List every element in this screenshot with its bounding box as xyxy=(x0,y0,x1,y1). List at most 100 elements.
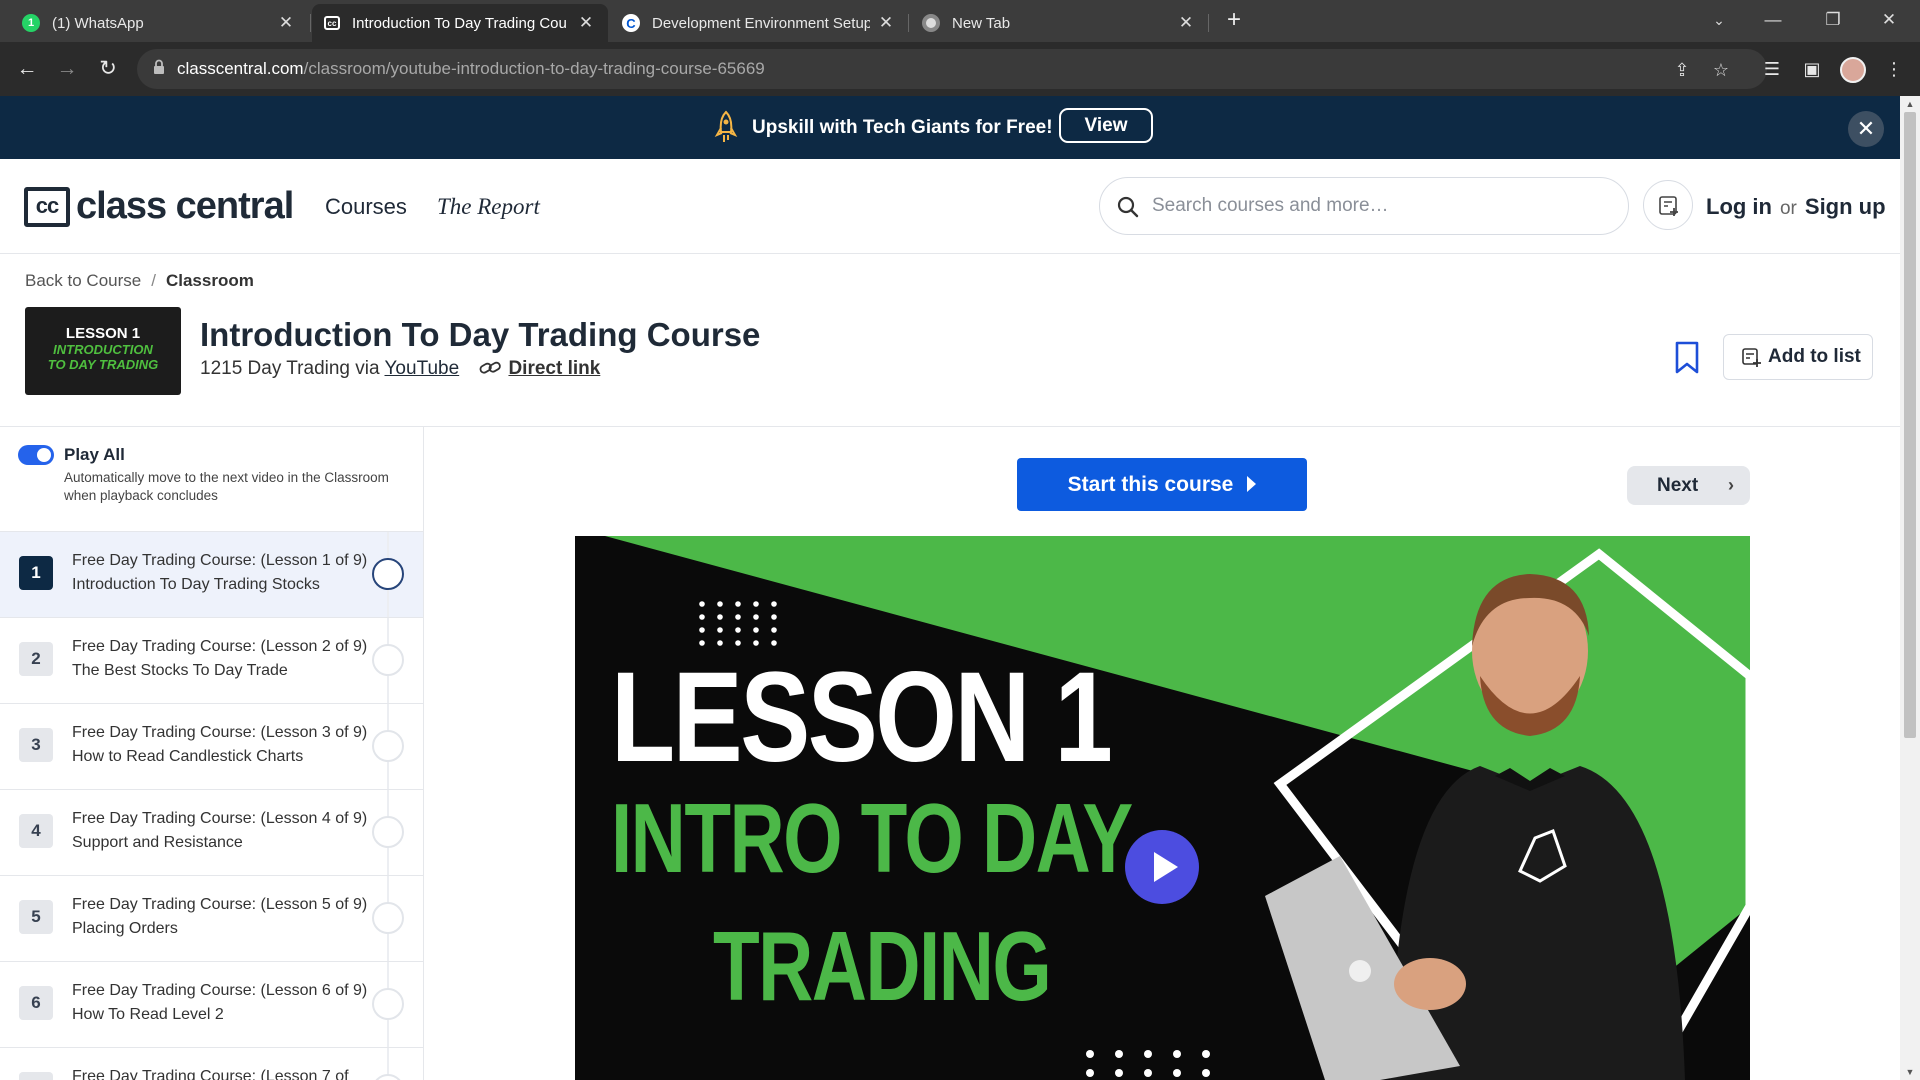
promo-text: Upskill with Tech Giants for Free! xyxy=(752,117,1053,138)
tab-coursera[interactable]: C Development Environment Setup ✕ xyxy=(610,4,908,42)
list-item[interactable]: 7 Free Day Trading Course: (Lesson 7 of xyxy=(0,1047,423,1080)
lesson-number: 7 xyxy=(19,1072,53,1080)
back-arrow-icon[interactable]: ← xyxy=(13,55,41,83)
login-link[interactable]: Log in xyxy=(1706,194,1772,219)
lesson-number: 6 xyxy=(19,986,53,1020)
tab-new-tab[interactable]: New Tab ✕ xyxy=(910,4,1208,42)
chevron-right-icon: › xyxy=(1728,475,1734,495)
breadcrumb-separator: / xyxy=(151,271,156,290)
completion-circle-icon[interactable] xyxy=(372,1074,404,1080)
signup-link[interactable]: Sign up xyxy=(1805,194,1886,219)
completion-circle-icon[interactable] xyxy=(372,644,404,676)
lesson-title: Free Day Trading Course: (Lesson 7 of xyxy=(72,1068,349,1080)
bookmark-icon[interactable] xyxy=(1674,341,1700,375)
tab-title: (1) WhatsApp xyxy=(52,14,144,32)
address-toolbar: ← → ↻ classcentral.com/classroom/youtube… xyxy=(0,42,1920,96)
promo-view-button[interactable]: View xyxy=(1059,108,1153,143)
list-item[interactable]: 4 Free Day Trading Course: (Lesson 4 of … xyxy=(0,789,423,876)
tab-search-chevron-icon[interactable]: ⌄ xyxy=(1696,0,1742,40)
logo[interactable]: cc class central xyxy=(24,185,294,228)
list-item[interactable]: 2 Free Day Trading Course: (Lesson 2 of … xyxy=(0,617,423,704)
close-icon[interactable]: ✕ xyxy=(576,13,596,33)
next-button[interactable]: Next › xyxy=(1627,466,1750,505)
completion-circle-icon[interactable] xyxy=(372,730,404,762)
tab-classcentral[interactable]: cc Introduction To Day Trading Cou ✕ xyxy=(312,4,608,42)
close-icon[interactable]: ✕ xyxy=(1848,111,1884,147)
my-lists-button[interactable] xyxy=(1643,180,1693,230)
address-bar[interactable]: classcentral.com/classroom/youtube-intro… xyxy=(137,49,1767,89)
window-close-icon[interactable]: ✕ xyxy=(1866,0,1912,40)
direct-link[interactable]: Direct link xyxy=(478,358,600,379)
close-icon[interactable]: ✕ xyxy=(276,13,296,33)
list-add-icon xyxy=(1659,196,1678,216)
lesson-number: 3 xyxy=(19,728,53,762)
tab-separator xyxy=(1208,14,1209,32)
list-item[interactable]: 5 Free Day Trading Course: (Lesson 5 of … xyxy=(0,875,423,962)
lesson-list: 1 Free Day Trading Course: (Lesson 1 of … xyxy=(0,531,423,1080)
thumbnail-subtitle-line2: TO DAY TRADING xyxy=(47,357,159,372)
lesson-number: 5 xyxy=(19,900,53,934)
course-thumbnail[interactable]: LESSON 1 INTRODUCTION TO DAY TRADING xyxy=(25,307,181,395)
search-input[interactable] xyxy=(1152,178,1612,234)
side-panel-icon[interactable]: ▣ xyxy=(1798,55,1826,83)
link-icon xyxy=(480,361,502,374)
search-box xyxy=(1099,177,1629,235)
video-title-line3: TRADING xyxy=(713,911,1052,1021)
url-text: classcentral.com/classroom/youtube-intro… xyxy=(177,59,765,78)
provider-link[interactable]: YouTube xyxy=(385,358,460,379)
list-item[interactable]: 1 Free Day Trading Course: (Lesson 1 of … xyxy=(0,531,423,618)
thumbnail-subtitle-line1: INTRODUCTION xyxy=(53,342,153,357)
lesson-number: 2 xyxy=(19,642,53,676)
browser-tab-strip: 1 (1) WhatsApp ✕ cc Introduction To Day … xyxy=(0,0,1920,42)
list-item[interactable]: 3 Free Day Trading Course: (Lesson 3 of … xyxy=(0,703,423,790)
whatsapp-icon: 1 xyxy=(22,14,40,32)
search-icon xyxy=(1117,196,1139,218)
share-icon[interactable]: ⇪ xyxy=(1671,59,1693,81)
media-queue-icon[interactable]: ☰ xyxy=(1758,55,1786,83)
restore-icon[interactable]: ❐ xyxy=(1810,0,1856,40)
list-item[interactable]: 6 Free Day Trading Course: (Lesson 6 of … xyxy=(0,961,423,1048)
tab-title: New Tab xyxy=(952,14,1011,32)
nav-the-report[interactable]: The Report xyxy=(437,159,540,254)
close-icon[interactable]: ✕ xyxy=(1176,13,1196,33)
forward-arrow-icon[interactable]: → xyxy=(53,55,81,83)
caret-right-icon xyxy=(1247,476,1257,492)
video-title-line2: INTRO TO DAY xyxy=(611,783,1133,893)
kebab-menu-icon[interactable]: ⋮ xyxy=(1880,55,1908,83)
coursera-icon: C xyxy=(622,14,640,32)
thumbnail-lesson-label: LESSON 1 xyxy=(65,325,141,342)
tab-whatsapp[interactable]: 1 (1) WhatsApp ✕ xyxy=(10,4,308,42)
avatar[interactable] xyxy=(1840,57,1866,83)
lesson-title: Free Day Trading Course: (Lesson 6 of 9)… xyxy=(72,982,368,1023)
or-text: or xyxy=(1779,198,1797,219)
start-course-button[interactable]: Start this course xyxy=(1017,458,1307,511)
play-all-toggle[interactable] xyxy=(18,445,54,465)
tab-separator xyxy=(310,14,311,32)
minimize-icon[interactable]: — xyxy=(1750,0,1796,40)
logo-text: class central xyxy=(76,185,294,227)
tab-separator xyxy=(908,14,909,32)
star-icon[interactable]: ☆ xyxy=(1710,59,1732,81)
page-title: Introduction To Day Trading Course xyxy=(200,316,761,353)
completion-circle-icon[interactable] xyxy=(372,902,404,934)
page-scrollbar[interactable]: ▲ ▼ xyxy=(1900,96,1920,1080)
classcentral-icon: cc xyxy=(324,16,340,30)
breadcrumb-back-to-course[interactable]: Back to Course xyxy=(25,271,141,290)
scrollbar-thumb[interactable] xyxy=(1904,112,1916,738)
breadcrumb: Back to Course / Classroom xyxy=(25,271,254,291)
video-player[interactable]: LESSON 1 INTRO TO DAY TRADING xyxy=(575,536,1750,1080)
nav-courses[interactable]: Courses xyxy=(325,159,407,254)
completion-circle-icon[interactable] xyxy=(372,816,404,848)
close-icon[interactable]: ✕ xyxy=(876,13,896,33)
play-icon[interactable] xyxy=(1125,830,1199,904)
completion-circle-icon[interactable] xyxy=(372,558,404,590)
play-all-label: Play All xyxy=(64,445,125,464)
new-tab-plus-icon[interactable]: + xyxy=(1220,6,1248,34)
scroll-down-icon[interactable]: ▼ xyxy=(1900,1064,1920,1080)
add-to-list-button[interactable]: Add to list xyxy=(1723,334,1873,380)
lesson-number: 1 xyxy=(19,556,53,590)
completion-circle-icon[interactable] xyxy=(372,988,404,1020)
scroll-up-icon[interactable]: ▲ xyxy=(1900,96,1920,112)
lesson-number: 4 xyxy=(19,814,53,848)
reload-icon[interactable]: ↻ xyxy=(94,55,122,83)
